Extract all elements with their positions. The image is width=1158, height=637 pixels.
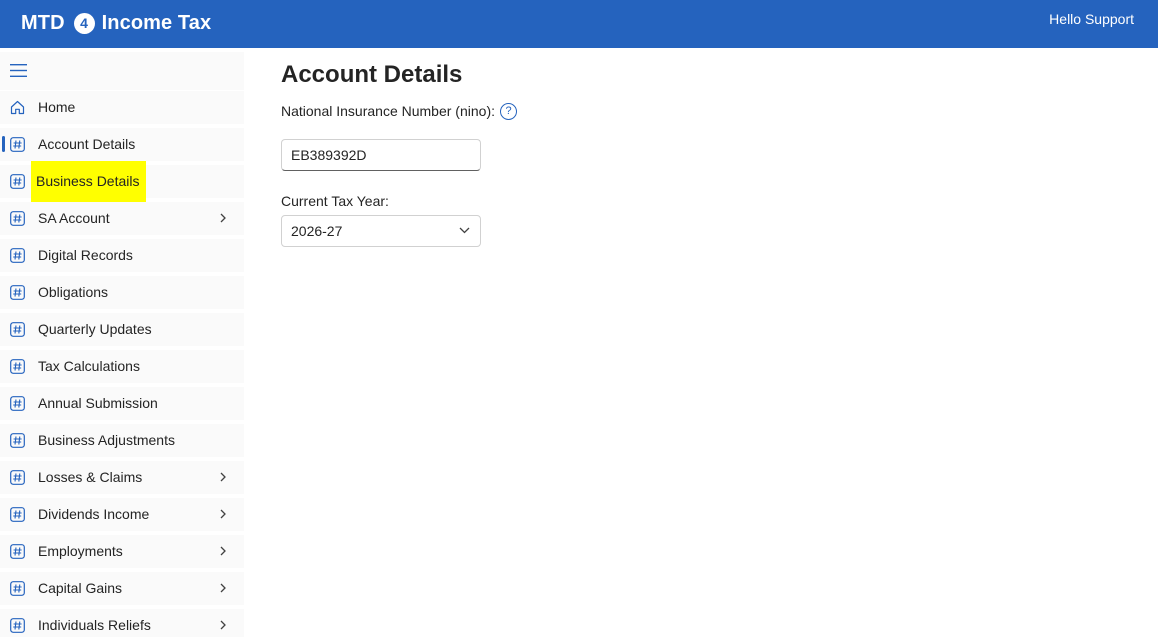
- hash-icon: [10, 285, 25, 300]
- app-title-left: MTD: [21, 11, 65, 34]
- sidebar-nav: Home Account Details Business Details SA Ac…: [0, 48, 250, 637]
- hash-icon: [10, 137, 25, 152]
- chevron-right-icon: [220, 509, 226, 519]
- sidebar-item-account-details[interactable]: Account Details: [0, 128, 244, 161]
- sidebar-item-label: Losses & Claims: [38, 469, 143, 485]
- nino-input[interactable]: [281, 139, 481, 171]
- sidebar-item-employments[interactable]: Employments: [0, 535, 244, 568]
- top-app-bar: MTD 4 Income Tax Hello Support: [0, 0, 1158, 48]
- sidebar-item-label: Quarterly Updates: [38, 321, 152, 337]
- sidebar-item-tax-calculations[interactable]: Tax Calculations: [0, 350, 244, 383]
- sidebar-item-individuals-reliefs[interactable]: Individuals Reliefs: [0, 609, 244, 637]
- sidebar-item-digital-records[interactable]: Digital Records: [0, 239, 244, 272]
- home-icon: [10, 100, 25, 115]
- sidebar-item-business-adjustments[interactable]: Business Adjustments: [0, 424, 244, 457]
- hash-icon: [10, 322, 25, 337]
- sidebar-item-label: Annual Submission: [38, 395, 158, 411]
- sidebar-item-losses-claims[interactable]: Losses & Claims: [0, 461, 244, 494]
- hash-icon: [10, 544, 25, 559]
- hash-icon: [10, 211, 25, 226]
- sidebar-item-label: Home: [38, 99, 76, 115]
- tax-year-label: Current Tax Year:: [281, 193, 389, 209]
- sidebar-item-annual-submission[interactable]: Annual Submission: [0, 387, 244, 420]
- sidebar-item-label: Business Details: [31, 161, 146, 202]
- hash-icon: [10, 174, 25, 189]
- sidebar-item-obligations[interactable]: Obligations: [0, 276, 244, 309]
- sidebar-item-label: SA Account: [38, 210, 110, 226]
- sidebar-item-dividends-income[interactable]: Dividends Income: [0, 498, 244, 531]
- user-greeting[interactable]: Hello Support: [1049, 11, 1134, 27]
- chevron-right-icon: [220, 620, 226, 630]
- sidebar-item-business-details[interactable]: Business Details: [0, 161, 244, 202]
- tax-year-selected-value: 2026-27: [291, 223, 343, 239]
- app-title-badge: 4: [73, 12, 95, 34]
- nino-field-label: National Insurance Number (nino):?: [281, 102, 517, 121]
- sidebar-item-sa-account[interactable]: SA Account: [0, 202, 244, 235]
- sidebar-item-label: Account Details: [38, 136, 136, 152]
- menu-toggle-button[interactable]: [0, 52, 244, 90]
- sidebar-item-capital-gains[interactable]: Capital Gains: [0, 572, 244, 605]
- hash-icon: [10, 507, 25, 522]
- sidebar-item-label: Business Adjustments: [38, 432, 175, 448]
- nino-label-text: National Insurance Number (nino):: [281, 103, 495, 119]
- tax-year-select[interactable]: 2026-27: [281, 215, 481, 247]
- app-title-right: Income Tax: [101, 11, 212, 34]
- sidebar-item-label: Employments: [38, 543, 123, 559]
- hash-icon: [10, 396, 25, 411]
- chevron-down-icon: [459, 227, 470, 234]
- sidebar-item-home[interactable]: Home: [0, 91, 244, 124]
- sidebar-item-label: Digital Records: [38, 247, 133, 263]
- sidebar-item-label: Obligations: [38, 284, 109, 300]
- chevron-right-icon: [220, 583, 226, 593]
- sidebar-item-label: Dividends Income: [38, 506, 150, 522]
- sidebar-item-label: Tax Calculations: [38, 358, 140, 374]
- hash-icon: [10, 248, 25, 263]
- hash-icon: [10, 470, 25, 485]
- chevron-right-icon: [220, 472, 226, 482]
- hash-icon: [10, 359, 25, 374]
- chevron-right-icon: [220, 546, 226, 556]
- chevron-right-icon: [220, 213, 226, 223]
- sidebar-item-label: Capital Gains: [38, 580, 123, 596]
- help-icon[interactable]: ?: [500, 102, 517, 120]
- sidebar-item-quarterly-updates[interactable]: Quarterly Updates: [0, 313, 244, 346]
- page-title: Account Details: [281, 61, 463, 88]
- hamburger-icon: [10, 64, 27, 77]
- app-title: MTD 4 Income Tax: [21, 10, 211, 36]
- hash-icon: [10, 581, 25, 596]
- sidebar-item-label: Individuals Reliefs: [38, 617, 151, 633]
- hash-icon: [10, 618, 25, 633]
- hash-icon: [10, 433, 25, 448]
